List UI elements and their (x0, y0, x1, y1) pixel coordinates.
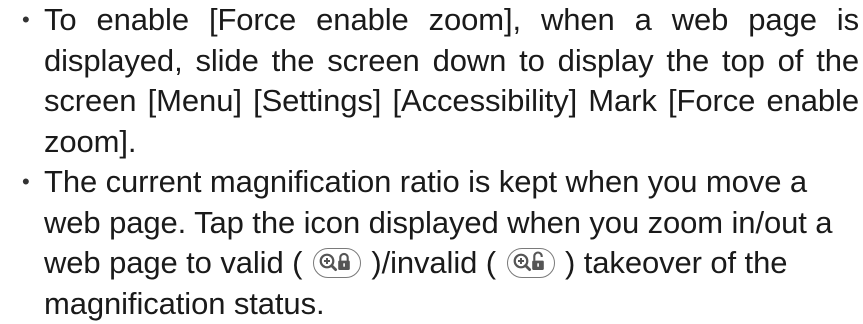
bullet-marker: • (22, 7, 30, 32)
note-text-middle: )/invalid ( (362, 245, 505, 280)
note-magnification-ratio: • The current magnification ratio is kep… (0, 162, 863, 324)
bullet-marker: • (22, 169, 30, 194)
zoom-unlocked-icon (506, 248, 555, 278)
zoom-locked-icon (312, 248, 361, 278)
note-text: To enable [Force enable zoom], when a we… (44, 2, 859, 159)
notes-list: • To enable [Force enable zoom], when a … (0, 0, 863, 324)
note-force-enable-zoom: • To enable [Force enable zoom], when a … (0, 0, 863, 162)
